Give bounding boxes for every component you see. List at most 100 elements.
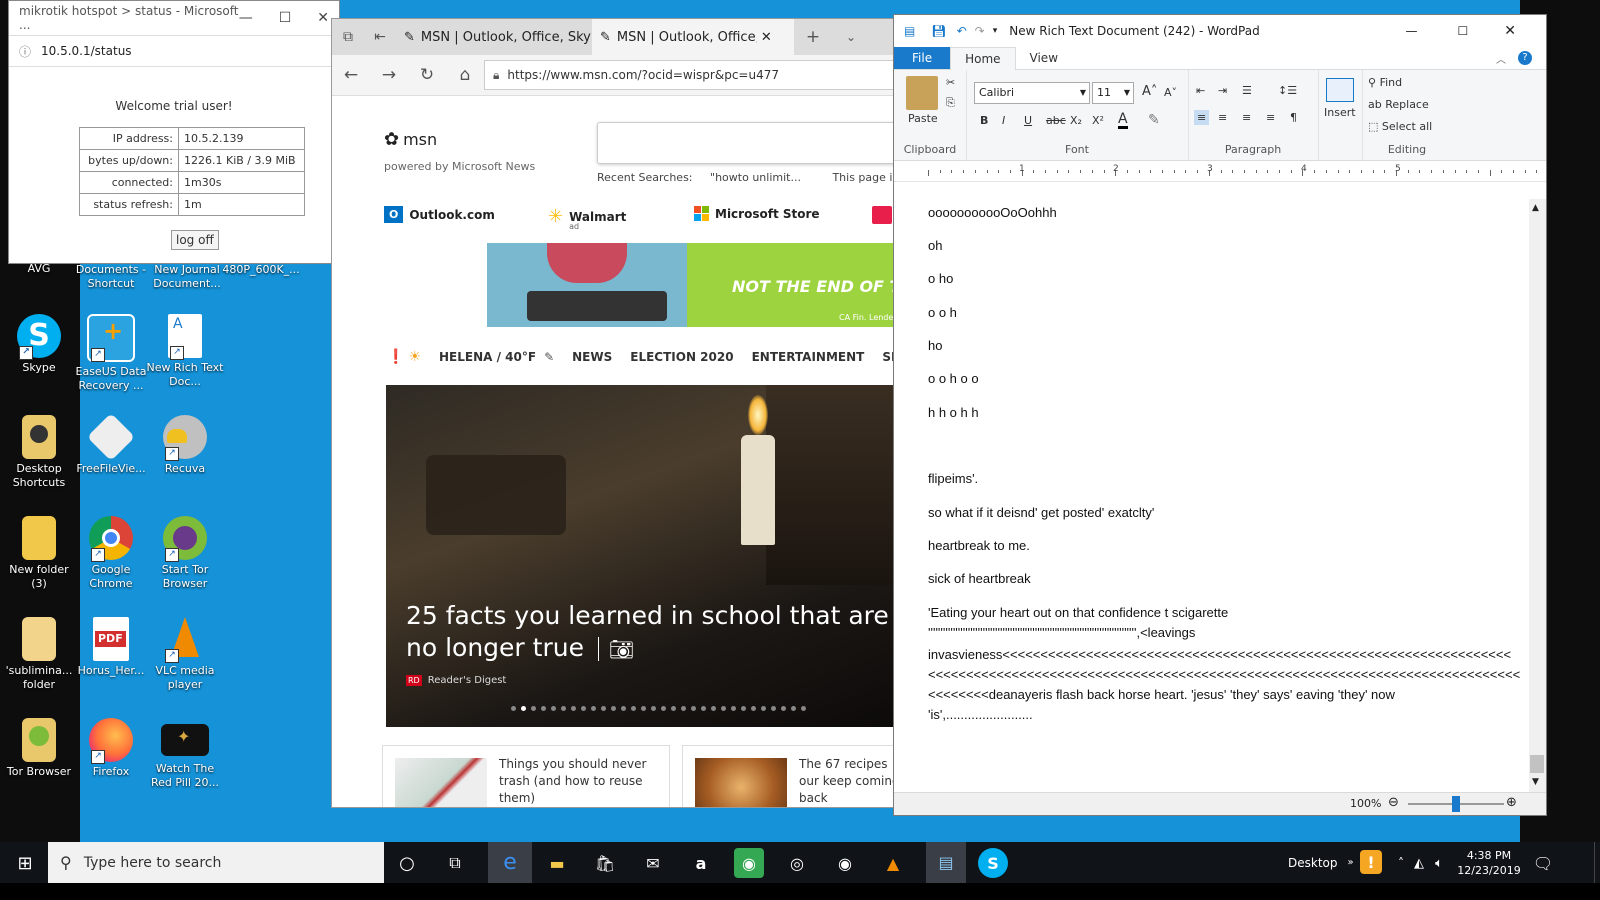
tripadvisor-icon[interactable]: ◉	[734, 848, 764, 878]
edit-pencil-icon[interactable]: ✎	[544, 350, 554, 364]
toolbar-chevron-icon[interactable]: »	[1348, 857, 1354, 868]
carousel-dot[interactable]	[681, 706, 686, 711]
strikethrough-icon[interactable]: abc	[1046, 114, 1066, 127]
desktop-icon-new-journal[interactable]: New Journal Document...	[148, 263, 226, 291]
paste-icon[interactable]	[906, 76, 938, 110]
desktop-icon-recuva[interactable]: ↗ Recuva	[146, 415, 224, 476]
italic-icon[interactable]: I	[1002, 114, 1005, 127]
desktop-icon-red-pill[interactable]: ✦ Watch The Red Pill 20...	[146, 718, 224, 790]
quicklink-outlook[interactable]: O Outlook.com	[384, 206, 495, 223]
ruler[interactable]: 1 2 3 4 5	[894, 161, 1546, 182]
document-area[interactable]: ooooooooooOoOohhh oh o ho o o h ho o o h o o h…	[894, 199, 1529, 793]
desktop-icon-firefox[interactable]: ↗ Firefox	[72, 718, 150, 779]
carousel-dot[interactable]	[551, 706, 556, 711]
desktop-icon-subliminal-folder[interactable]: 'sublimina... folder	[0, 617, 78, 692]
logoff-button[interactable]: log off	[171, 230, 219, 250]
carousel-dot[interactable]	[701, 706, 706, 711]
carousel-dot[interactable]	[741, 706, 746, 711]
tab-home[interactable]: Home	[950, 46, 1016, 70]
tab-view[interactable]: View	[1016, 47, 1072, 69]
carousel-dot[interactable]	[671, 706, 676, 711]
close-tab-icon[interactable]: ✕	[761, 30, 772, 45]
amazon-icon[interactable]: a	[686, 848, 716, 878]
show-desktop-button[interactable]	[1594, 842, 1599, 883]
carousel-dot[interactable]	[531, 706, 536, 711]
hero-title[interactable]: 25 facts you learned in school that are …	[406, 600, 896, 665]
font-color-icon[interactable]: A	[1118, 112, 1128, 129]
maximize-icon[interactable]: ☐	[1458, 24, 1469, 38]
find-button[interactable]: ⚲ Find	[1368, 76, 1402, 89]
carousel-dot[interactable]	[621, 706, 626, 711]
carousel-dots[interactable]	[511, 706, 806, 711]
copy-icon[interactable]: ⎘	[946, 96, 955, 110]
desktop-icon-new-rtf[interactable]: A ↗ New Rich Text Doc...	[146, 314, 224, 389]
scroll-thumb[interactable]	[1530, 755, 1544, 773]
nav-election[interactable]: ELECTION 2020	[630, 350, 733, 364]
vertical-scrollbar[interactable]: ▲ ▼	[1529, 199, 1546, 793]
align-left-icon[interactable]: ≡	[1194, 110, 1210, 125]
select-all-button[interactable]: ⬚ Select all	[1368, 120, 1432, 133]
font-size-select[interactable]: 11 ▼	[1092, 82, 1134, 104]
clock[interactable]: 4:38 PM 12/23/2019	[1454, 842, 1524, 883]
desktop-icon-horus-pdf[interactable]: PDF Horus_Her...	[72, 617, 150, 678]
quicklink-microsoft-store[interactable]: Microsoft Store	[694, 206, 820, 221]
desktop-icon-skype[interactable]: S ↗ Skype	[0, 314, 78, 375]
bullets-icon[interactable]: ☰	[1242, 84, 1252, 97]
zoom-out-icon[interactable]: ⊖	[1388, 795, 1399, 810]
align-center-icon[interactable]: ≡	[1218, 111, 1227, 124]
shrink-font-icon[interactable]: A˅	[1164, 86, 1177, 99]
justify-icon[interactable]: ≡	[1266, 111, 1275, 124]
carousel-dot[interactable]	[711, 706, 716, 711]
taskbar-search-input[interactable]: ⚲ Type here to search	[48, 842, 384, 883]
carousel-dot[interactable]	[611, 706, 616, 711]
nav-news[interactable]: NEWS	[572, 350, 612, 364]
media-app-icon[interactable]: ◎	[782, 848, 812, 878]
maximize-icon[interactable]: ☐	[279, 10, 292, 26]
minimize-icon[interactable]: —	[239, 10, 253, 26]
bold-icon[interactable]: B	[980, 114, 988, 127]
set-aside-tabs-icon[interactable]: ⇤	[364, 29, 396, 45]
carousel-dot[interactable]	[561, 706, 566, 711]
grow-font-icon[interactable]: A˄	[1142, 84, 1157, 99]
carousel-dot[interactable]	[641, 706, 646, 711]
tab-msn-1[interactable]: ✎ MSN | Outlook, Office, Skyp	[396, 19, 592, 55]
refresh-icon[interactable]: ↻	[408, 65, 446, 85]
collapse-ribbon-icon[interactable]: ︿	[1496, 51, 1506, 66]
carousel-dot[interactable]	[571, 706, 576, 711]
close-icon[interactable]: ✕	[317, 10, 329, 26]
tab-preview-icon[interactable]: ⧉	[332, 29, 364, 45]
carousel-dot[interactable]	[751, 706, 756, 711]
carousel-dot[interactable]	[521, 706, 526, 711]
hotspot-address-bar[interactable]: ⓘ 10.5.0.1/status	[9, 35, 339, 67]
scroll-up-icon[interactable]: ▲	[1532, 203, 1539, 213]
carousel-dot[interactable]	[801, 706, 806, 711]
cut-icon[interactable]: ✂	[946, 76, 955, 89]
carousel-dot[interactable]	[731, 706, 736, 711]
windows-start-icon[interactable]: ⊞	[10, 848, 40, 878]
carousel-dot[interactable]	[541, 706, 546, 711]
volume-icon[interactable]: 🔈︎	[1424, 848, 1454, 878]
highlight-icon[interactable]: ✎	[1148, 112, 1160, 128]
recent-search-1[interactable]: "howto unlimit...	[710, 171, 801, 184]
desktop-icon-easeus[interactable]: + ↗ EaseUS Data Recovery ...	[72, 314, 150, 393]
underline-icon[interactable]: U	[1024, 114, 1032, 127]
vlc-taskbar-icon[interactable]: ▲	[878, 848, 908, 878]
desktop-icon-desktop-shortcuts[interactable]: Desktop Shortcuts	[0, 415, 78, 490]
action-center-icon[interactable]: 🗨︎	[1528, 848, 1558, 878]
desktop-icon-start-tor[interactable]: ↗ Start Tor Browser	[146, 516, 224, 591]
scroll-down-icon[interactable]: ▼	[1532, 777, 1539, 787]
subscript-icon[interactable]: X₂	[1070, 114, 1082, 127]
save-icon[interactable]: 💾︎	[931, 24, 946, 38]
carousel-dot[interactable]	[771, 706, 776, 711]
font-family-select[interactable]: Calibri ▼	[974, 82, 1090, 104]
msn-logo[interactable]: ✿ msn	[384, 129, 437, 150]
carousel-dot[interactable]	[791, 706, 796, 711]
shopping-bag-icon[interactable]	[872, 206, 892, 224]
paragraph-icon[interactable]: ¶	[1290, 111, 1297, 124]
close-icon[interactable]: ✕	[1504, 23, 1516, 39]
decrease-indent-icon[interactable]: ⇤	[1196, 84, 1205, 97]
nav-entertainment[interactable]: ENTERTAINMENT	[752, 350, 865, 364]
carousel-dot[interactable]	[631, 706, 636, 711]
edge-taskbar-icon[interactable]: e	[488, 842, 532, 883]
desktop-icon-chrome[interactable]: ↗ Google Chrome	[72, 516, 150, 591]
